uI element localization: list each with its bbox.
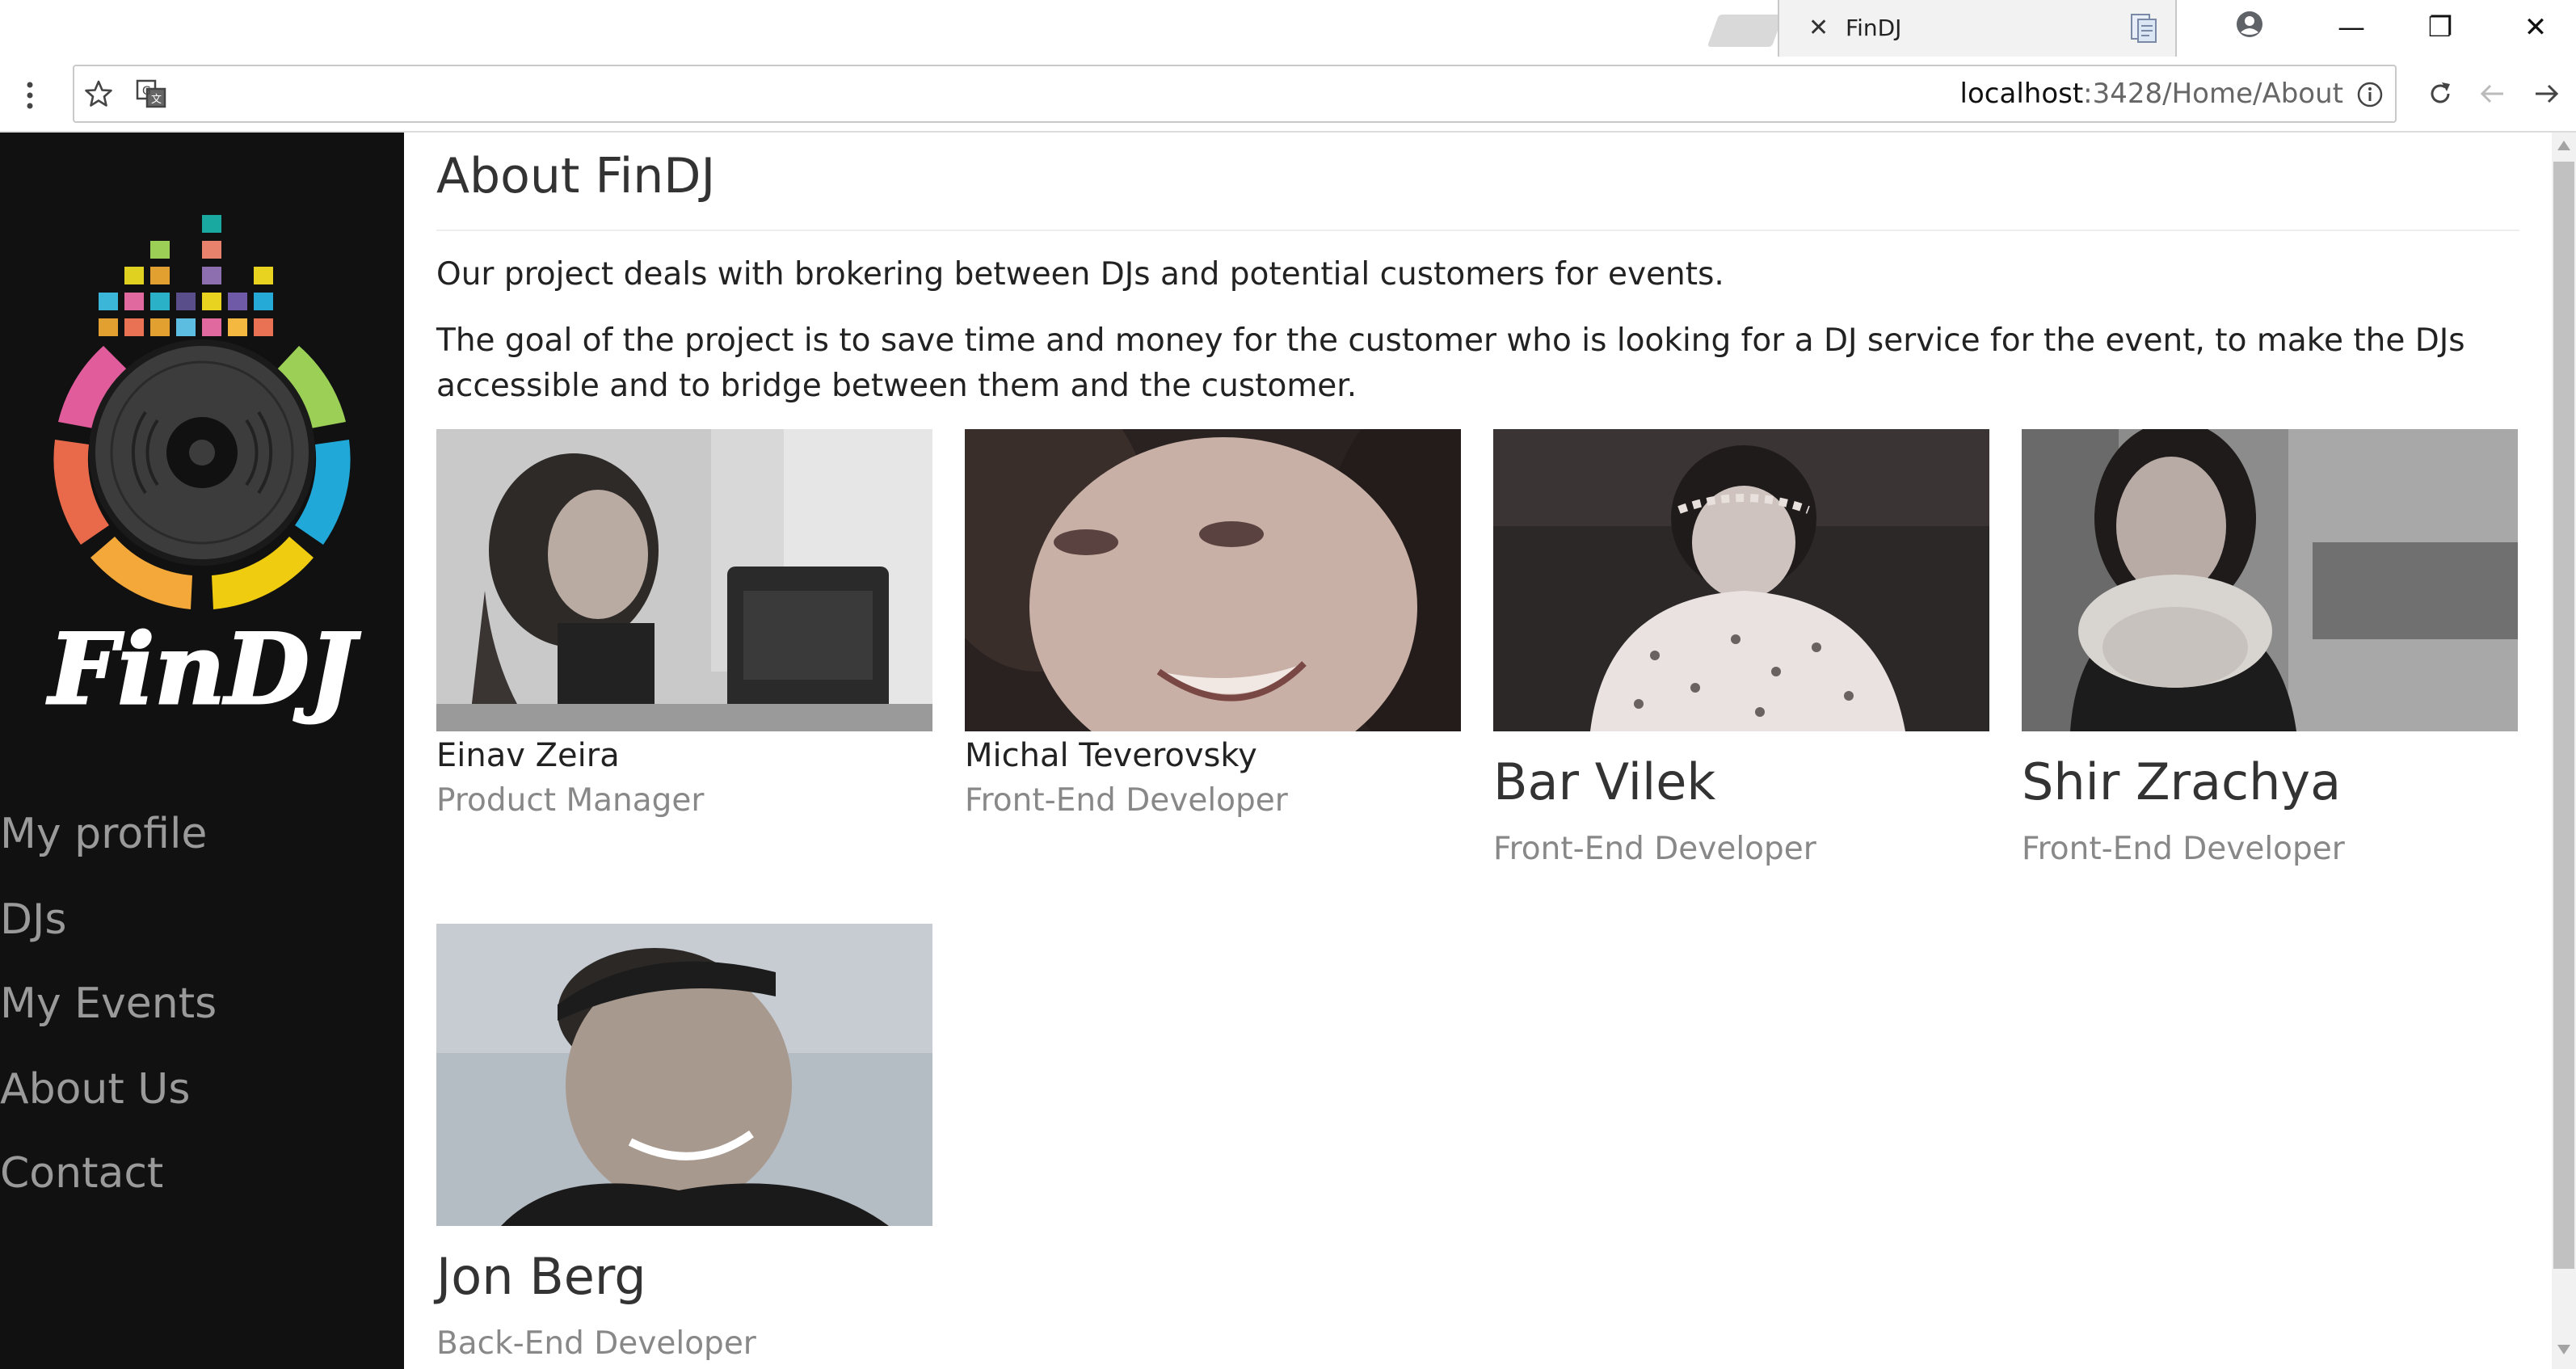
team-role: Back-End Developer [436,1325,756,1362]
team-role: Product Manager [436,782,705,819]
browser-titlebar [0,0,2576,57]
findj-logo[interactable]: FinDJ [32,210,372,735]
title-divider [436,230,2519,231]
doc-icon[interactable] [2130,13,2157,44]
scroll-down-icon[interactable] [2555,1342,2573,1358]
scroll-up-icon[interactable] [2555,137,2573,154]
minimize-button[interactable]: — [2335,11,2368,44]
maximize-button[interactable]: ❐ [2424,11,2456,44]
page-title: About FinDJ [436,148,716,204]
url-host: localhost [1959,78,2084,110]
url-path: :3428/Home/About [2083,78,2343,110]
tab-close-icon[interactable]: ✕ [1808,15,1829,42]
forward-icon[interactable] [2531,78,2563,110]
reload-icon[interactable] [2424,78,2456,110]
team-name: Shir Zrachya [2022,752,2342,811]
sidebar-item-contact[interactable]: Contact [0,1148,163,1199]
team-name: Michal Teverovsky [965,737,1257,774]
sidebar-item-djs[interactable]: DJs [0,894,66,946]
menu-dots-icon[interactable] [24,81,36,110]
team-photo-einav [436,429,932,731]
translate-icon[interactable]: G 文 [136,79,166,108]
star-icon[interactable] [84,79,113,108]
team-photo-shir [2022,429,2518,731]
svg-text:文: 文 [151,94,162,106]
new-tab-button[interactable] [1707,15,1784,47]
sidebar-item-about-us[interactable]: About Us [0,1064,190,1115]
team-photo-michal [965,429,1461,731]
team-role: Front-End Developer [2022,831,2345,867]
team-role: Front-End Developer [965,782,1288,819]
team-name: Jon Berg [436,1247,646,1306]
intro-paragraph-1: Our project deals with brokering between… [436,256,1724,293]
intro-paragraph-2: The goal of the project is to save time … [436,322,2465,404]
browser-tab[interactable] [1778,0,2177,57]
svg-text:G: G [142,85,151,98]
back-icon[interactable] [2476,78,2508,110]
sidebar-item-my-events[interactable]: My Events [0,978,217,1030]
tab-title: FinDJ [1846,15,1902,41]
info-icon[interactable] [2356,81,2384,108]
vinyl-record-icon [89,339,315,566]
window-close-button[interactable]: ✕ [2519,11,2552,44]
team-photo-bar [1493,429,1989,731]
team-name: Bar Vilek [1493,752,1716,811]
team-photo-jon [436,924,932,1226]
team-name: Einav Zeira [436,737,620,774]
url-text[interactable]: localhost:3428/Home/About [1858,76,2343,112]
scrollbar-thumb[interactable] [2553,162,2574,1269]
account-icon[interactable] [2235,10,2264,39]
logo-wordmark: FinDJ [47,613,361,727]
sidebar-item-my-profile[interactable]: My profile [0,808,207,860]
equalizer-graphic [99,215,273,336]
team-role: Front-End Developer [1493,831,1816,867]
